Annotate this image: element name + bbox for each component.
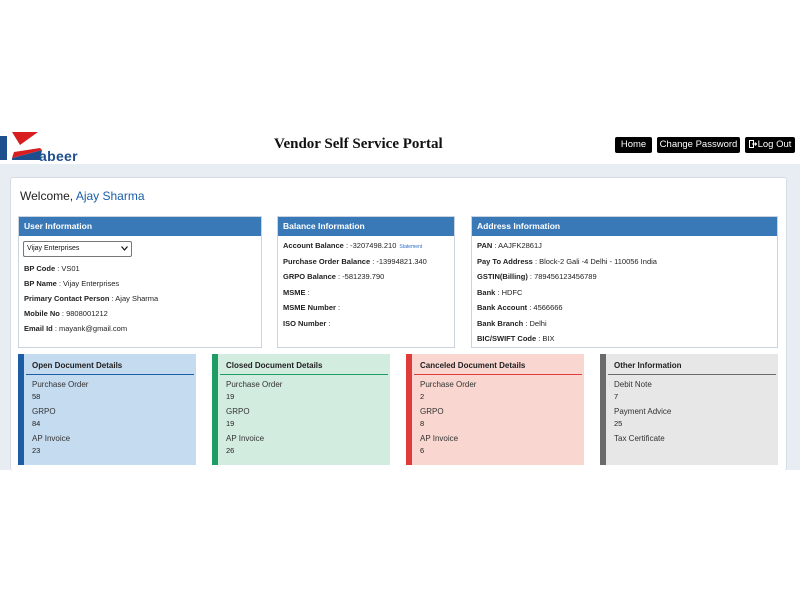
canceled-po-count: 2 xyxy=(420,392,425,401)
other-card-divider xyxy=(608,374,776,375)
chevron-down-icon xyxy=(121,246,128,251)
address-information-panel: Address Information PAN : AAJFK2861J Pay… xyxy=(471,216,778,348)
open-ap-invoice-count: 23 xyxy=(32,446,41,455)
canceled-card-accent xyxy=(406,354,412,465)
closed-grpo-count: 19 xyxy=(226,419,235,428)
top-header: abeer Vendor Self Service Portal Home Ch… xyxy=(0,124,800,164)
open-card-divider xyxy=(26,374,194,375)
canceled-po-label: Purchase Order xyxy=(420,380,477,389)
canceled-card-divider xyxy=(414,374,582,375)
closed-ap-invoice-label: AP Invoice xyxy=(226,434,265,443)
payment-advice-label: Payment Advice xyxy=(614,407,672,416)
grpo-balance-row: GRPO Balance : -581239.790 xyxy=(283,272,385,281)
debit-note-count: 7 xyxy=(614,392,619,401)
statement-link[interactable]: Statement xyxy=(399,244,422,250)
closed-card-accent xyxy=(212,354,218,465)
open-grpo-count: 84 xyxy=(32,419,41,428)
bank-row: Bank : HDFC xyxy=(477,288,523,297)
bic-swift-row: BIC/SWIFT Code : BIX xyxy=(477,334,555,343)
tax-certificate-label[interactable]: Tax Certificate xyxy=(614,434,665,443)
account-balance-row: Account Balance : -3207498.210 Statement xyxy=(283,241,423,250)
open-ap-invoice-label: AP Invoice xyxy=(32,434,71,443)
logout-icon xyxy=(748,140,757,148)
closed-po-label: Purchase Order xyxy=(226,380,283,389)
primary-contact-row: Primary Contact Person : Ajay Sharma xyxy=(24,294,159,303)
canceled-ap-invoice-count: 6 xyxy=(420,446,425,455)
iso-number-row: ISO Number : xyxy=(283,319,331,328)
welcome-user-name: Ajay Sharma xyxy=(75,189,145,203)
change-password-button[interactable]: Change Password xyxy=(657,137,740,153)
logout-button[interactable]: Log Out xyxy=(745,137,795,153)
logout-label: Log Out xyxy=(757,139,792,150)
pay-to-address-row: Pay To Address : Block-2 Gali -4 Delhi -… xyxy=(477,257,657,266)
open-grpo-label: GRPO xyxy=(32,407,56,416)
closed-po-count: 19 xyxy=(226,392,235,401)
other-information-title: Other Information xyxy=(614,361,682,370)
pan-row: PAN : AAJFK2861J xyxy=(477,241,542,250)
gstin-row: GSTIN(Billing) : 789456123456789 xyxy=(477,272,597,281)
balance-information-title: Balance Information xyxy=(278,217,454,236)
closed-grpo-label: GRPO xyxy=(226,407,250,416)
canceled-grpo-label: GRPO xyxy=(420,407,444,416)
business-partner-select-value: Vijay Enterprises xyxy=(27,245,80,252)
logo-k-mark xyxy=(0,132,42,160)
closed-document-title: Closed Document Details xyxy=(226,361,323,370)
bank-account-row: Bank Account : 4566666 xyxy=(477,303,563,312)
welcome-prefix: Welcome, xyxy=(20,189,76,203)
canceled-document-card[interactable]: Canceled Document Details Purchase Order… xyxy=(406,354,584,465)
user-information-panel: User Information Vijay Enterprises BP Co… xyxy=(18,216,262,348)
canceled-grpo-count: 8 xyxy=(420,419,425,428)
closed-document-card[interactable]: Closed Document Details Purchase Order 1… xyxy=(212,354,390,465)
bank-branch-row: Bank Branch : Delhi xyxy=(477,319,547,328)
closed-ap-invoice-count: 26 xyxy=(226,446,235,455)
msme-number-row: MSME Number : xyxy=(283,303,341,312)
other-information-card[interactable]: Other Information Debit Note 7 Payment A… xyxy=(600,354,778,465)
debit-note-label: Debit Note xyxy=(614,380,652,389)
payment-advice-count: 25 xyxy=(614,419,623,428)
kabeer-logo[interactable]: abeer xyxy=(0,130,100,164)
portal-title: Vendor Self Service Portal xyxy=(274,136,443,152)
address-information-title: Address Information xyxy=(472,217,777,236)
open-document-title: Open Document Details xyxy=(32,361,123,370)
open-card-accent xyxy=(18,354,24,465)
user-information-title: User Information xyxy=(19,217,261,236)
open-po-label: Purchase Order xyxy=(32,380,89,389)
balance-information-panel: Balance Information Account Balance : -3… xyxy=(277,216,455,348)
canceled-document-title: Canceled Document Details xyxy=(420,361,526,370)
open-document-card[interactable]: Open Document Details Purchase Order 58 … xyxy=(18,354,196,465)
mobile-no-row: Mobile No : 9808001212 xyxy=(24,309,108,318)
business-partner-select[interactable]: Vijay Enterprises xyxy=(23,241,132,257)
open-po-count: 58 xyxy=(32,392,41,401)
bp-code-row: BP Code : VS01 xyxy=(24,264,80,273)
welcome-message: Welcome, Ajay Sharma xyxy=(20,189,145,203)
logo-text: abeer xyxy=(39,148,78,164)
other-card-accent xyxy=(600,354,606,465)
purchase-order-balance-row: Purchase Order Balance : -13994821.340 xyxy=(283,257,427,266)
msme-row: MSME : xyxy=(283,288,310,297)
canceled-ap-invoice-label: AP Invoice xyxy=(420,434,459,443)
closed-card-divider xyxy=(220,374,388,375)
bp-name-row: BP Name : Vijay Enterprises xyxy=(24,279,120,288)
email-id-row: Email Id : mayank@gmail.com xyxy=(24,324,128,333)
home-button[interactable]: Home xyxy=(615,137,652,153)
